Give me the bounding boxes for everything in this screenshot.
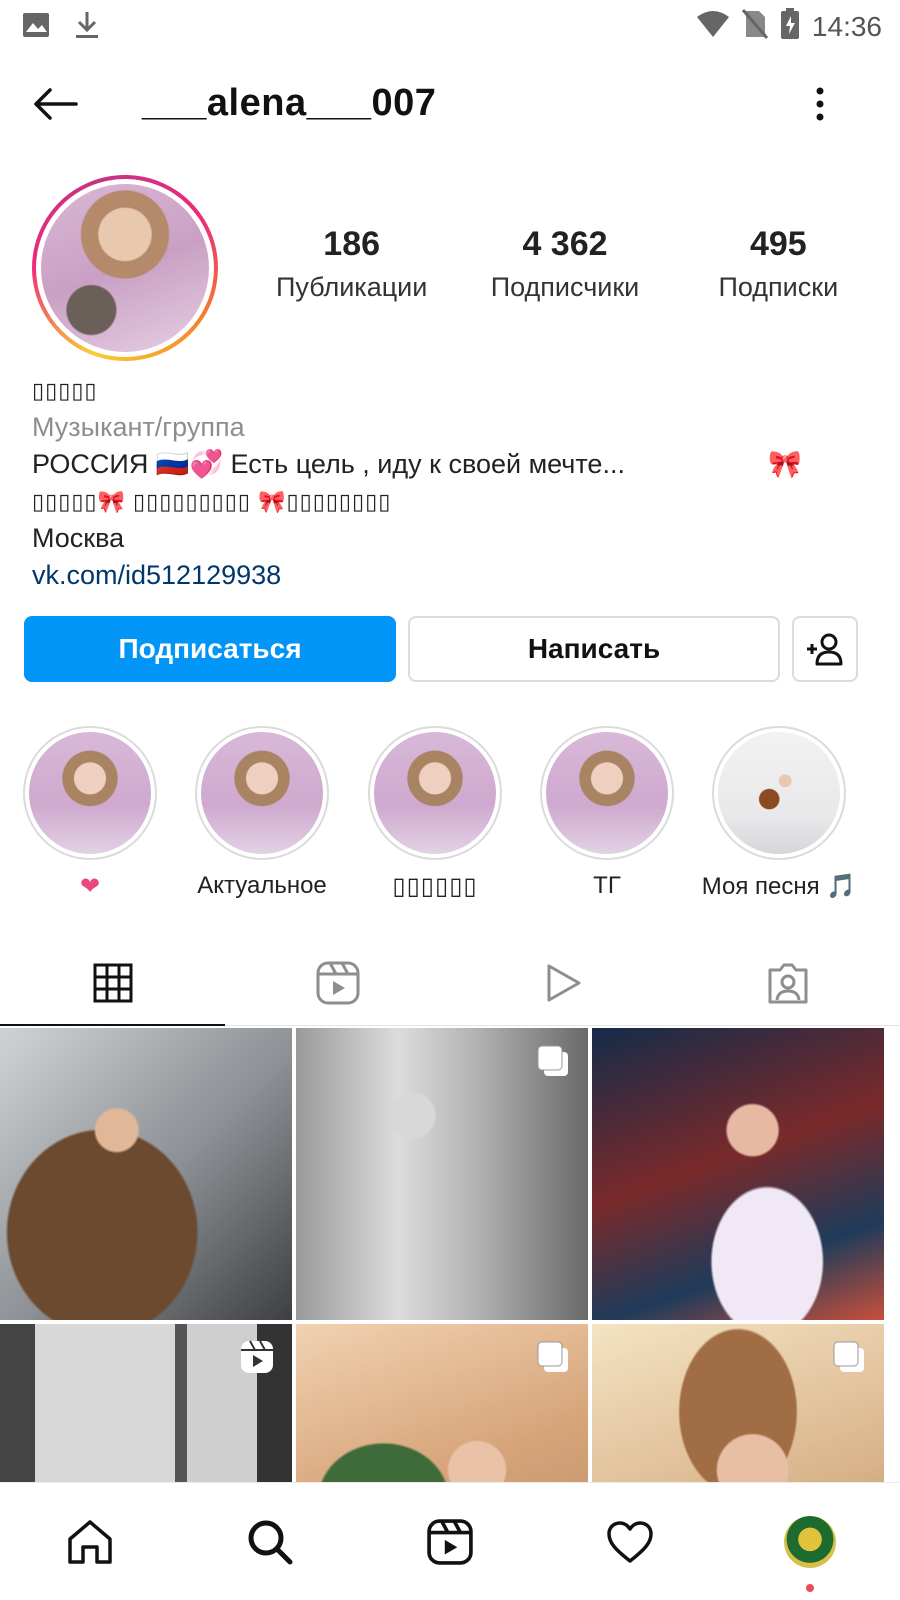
highlight-label: ТГ bbox=[593, 872, 621, 899]
profile-username: ___alena___007 bbox=[142, 82, 437, 124]
message-button[interactable]: Написать bbox=[408, 616, 780, 682]
stat-following[interactable]: 495 Подписки bbox=[672, 225, 885, 303]
profile-link[interactable]: vk.com/id512129938 bbox=[32, 557, 872, 594]
highlight-label: ▯▯▯▯▯▯ bbox=[392, 873, 478, 900]
avatar-image bbox=[41, 184, 209, 352]
suggested-users-button[interactable] bbox=[792, 616, 858, 682]
home-icon bbox=[68, 1519, 112, 1564]
stat-posts-label: Публикации bbox=[275, 272, 428, 302]
stat-following-value: 495 bbox=[749, 225, 807, 263]
display-name: ▯▯▯▯▯ bbox=[32, 378, 98, 403]
story-highlights: ❤ Актуальное ▯▯▯▯▯▯ ТГ Моя песня 🎵 bbox=[0, 726, 900, 906]
profile-category: Музыкант/группа bbox=[32, 412, 245, 442]
stat-posts-value: 186 bbox=[323, 225, 381, 263]
nav-profile-avatar bbox=[784, 1515, 836, 1568]
highlight-label: Моя песня 🎵 bbox=[701, 873, 857, 900]
tab-videos[interactable] bbox=[450, 940, 675, 1025]
highlight-cover bbox=[201, 732, 323, 854]
highlight-label: ❤ bbox=[79, 873, 101, 900]
nav-reels[interactable] bbox=[360, 1483, 540, 1600]
stat-followers-label: Подписчики bbox=[490, 272, 640, 302]
nav-home[interactable] bbox=[0, 1483, 180, 1600]
post-thumbnail[interactable] bbox=[0, 1028, 292, 1320]
highlight-item[interactable]: Моя песня 🎵 bbox=[693, 726, 865, 901]
more-options-button[interactable] bbox=[800, 80, 840, 128]
post-thumbnail[interactable] bbox=[296, 1028, 588, 1320]
highlight-item[interactable]: ❤ bbox=[4, 726, 176, 901]
profile-avatar[interactable] bbox=[32, 175, 218, 361]
more-vertical-icon bbox=[816, 87, 824, 121]
bio-line-1-end: 🎀 bbox=[768, 449, 802, 479]
battery-charging-icon bbox=[780, 8, 800, 45]
reels-icon bbox=[427, 1518, 473, 1565]
nav-search[interactable] bbox=[180, 1483, 360, 1600]
reel-icon bbox=[240, 1340, 274, 1379]
bottom-navigation bbox=[0, 1482, 900, 1600]
grid-icon bbox=[93, 963, 132, 1002]
stat-following-label: Подписки bbox=[718, 272, 839, 302]
bio-line-1: РОССИЯ 🇷🇺💞 Есть цель , иду к своей мечте… bbox=[32, 449, 625, 479]
carousel-icon bbox=[832, 1340, 866, 1379]
heart-icon bbox=[607, 1520, 653, 1563]
post-thumbnail[interactable] bbox=[592, 1028, 884, 1320]
highlight-cover bbox=[374, 732, 496, 854]
arrow-left-icon bbox=[34, 88, 78, 120]
status-bar: 14:36 bbox=[0, 0, 900, 50]
tagged-user-icon bbox=[768, 963, 807, 1003]
bio-line-2: ▯▯▯▯▯🎀 ▯▯▯▯▯▯▯▯▯ 🎀▯▯▯▯▯▯▯▯ bbox=[32, 489, 392, 514]
search-icon bbox=[248, 1520, 293, 1564]
play-icon bbox=[547, 964, 580, 1001]
highlight-cover bbox=[29, 732, 151, 854]
stat-followers-value: 4 362 bbox=[522, 225, 608, 263]
profile-header: ___alena___007 bbox=[0, 60, 900, 150]
highlight-item[interactable]: ▯▯▯▯▯▯ bbox=[349, 726, 521, 901]
highlight-item[interactable]: ТГ bbox=[521, 726, 693, 900]
highlight-cover bbox=[718, 732, 840, 854]
stat-posts[interactable]: 186 Публикации bbox=[245, 225, 458, 303]
reels-icon bbox=[316, 961, 359, 1004]
highlight-cover bbox=[546, 732, 668, 854]
back-button[interactable] bbox=[30, 82, 80, 126]
tab-posts-grid[interactable] bbox=[0, 940, 225, 1026]
profile-city: Москва bbox=[32, 523, 125, 553]
nav-activity[interactable] bbox=[540, 1483, 720, 1600]
no-sim-icon bbox=[741, 9, 769, 44]
profile-tabs bbox=[0, 940, 900, 1026]
tab-reels[interactable] bbox=[225, 940, 450, 1025]
carousel-icon bbox=[536, 1044, 570, 1083]
tab-tagged[interactable] bbox=[675, 940, 900, 1025]
follow-button[interactable]: Подписаться bbox=[24, 616, 396, 682]
nav-profile[interactable] bbox=[720, 1483, 900, 1600]
add-user-icon bbox=[807, 633, 843, 666]
download-notification-icon bbox=[74, 10, 100, 45]
wifi-icon bbox=[696, 10, 730, 43]
highlight-item[interactable]: Актуальное bbox=[176, 726, 348, 900]
status-time: 14:36 bbox=[811, 10, 882, 42]
profile-bio: ▯▯▯▯▯ Музыкант/группа РОССИЯ 🇷🇺💞 Есть це… bbox=[32, 372, 872, 594]
highlight-label: Актуальное bbox=[197, 872, 327, 899]
carousel-icon bbox=[536, 1340, 570, 1379]
image-notification-icon bbox=[22, 12, 50, 43]
profile-stats: 186 Публикации 4 362 Подписчики 495 Подп… bbox=[245, 225, 885, 303]
notification-dot bbox=[806, 1584, 814, 1592]
stat-followers[interactable]: 4 362 Подписчики bbox=[458, 225, 671, 303]
